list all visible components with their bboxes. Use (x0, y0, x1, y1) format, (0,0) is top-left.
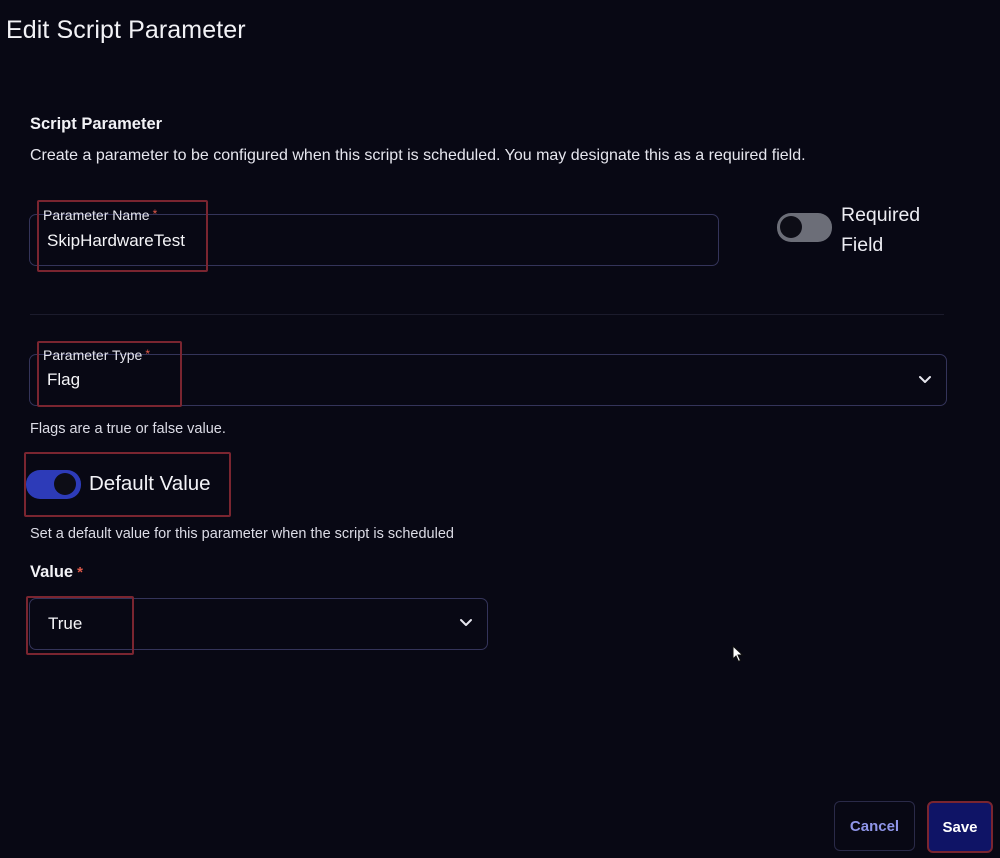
save-button[interactable]: Save (927, 801, 993, 853)
parameter-type-label-text: Parameter Type (43, 347, 143, 363)
required-star: * (145, 347, 151, 361)
cancel-button[interactable]: Cancel (834, 801, 915, 851)
parameter-type-value: Flag (47, 370, 81, 389)
parameter-name-label-text: Parameter Name (43, 207, 150, 223)
parameter-type-select[interactable] (29, 354, 947, 406)
default-value-label: Default Value (89, 472, 211, 495)
dialog-title: Edit Script Parameter (6, 16, 246, 44)
chevron-down-icon[interactable] (918, 375, 932, 385)
value-label: Value * (30, 563, 83, 582)
required-star: * (152, 207, 158, 221)
parameter-name-label: Parameter Name * (43, 207, 157, 223)
parameter-type-label: Parameter Type * (43, 347, 150, 363)
toggle-knob (780, 216, 802, 238)
toggle-knob (54, 473, 76, 495)
required-field-label-line1: Required (841, 204, 921, 226)
value-select[interactable] (29, 598, 488, 650)
required-field-label-line2: Field (841, 234, 884, 256)
parameter-type-helper: Flags are a true or false value. (30, 421, 226, 437)
value-label-text: Value (30, 563, 74, 581)
required-field-label: Required Field (841, 200, 920, 260)
default-value-helper: Set a default value for this parameter w… (30, 526, 454, 542)
edit-script-parameter-dialog: Edit Script Parameter Script Parameter C… (0, 0, 1000, 858)
section-title: Script Parameter (30, 115, 163, 133)
default-value-toggle[interactable] (26, 470, 81, 499)
required-field-toggle[interactable] (777, 213, 832, 242)
mouse-cursor-icon (732, 645, 744, 663)
value-select-value: True (48, 614, 83, 633)
chevron-down-icon[interactable] (459, 618, 473, 628)
parameter-name-value: SkipHardwareTest (47, 231, 185, 250)
required-star: * (77, 564, 83, 581)
section-description: Create a parameter to be configured when… (30, 147, 806, 164)
section-divider (30, 314, 944, 315)
